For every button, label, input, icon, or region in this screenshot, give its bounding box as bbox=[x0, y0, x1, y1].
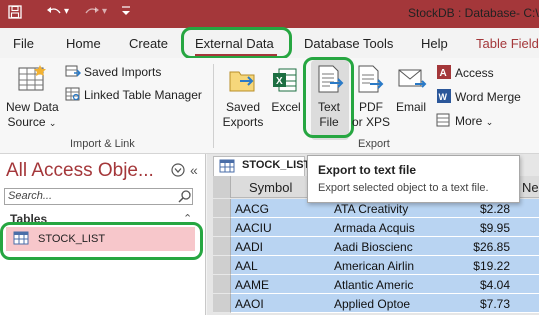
redo-dropdown-icon[interactable]: ▾ bbox=[102, 6, 107, 17]
tooltip-title: Export to text file bbox=[318, 163, 417, 177]
saved-exports-label-2[interactable]: Exports bbox=[220, 115, 266, 129]
svg-text:A: A bbox=[440, 68, 447, 79]
record-selector[interactable] bbox=[213, 294, 231, 313]
stock-list-highlight bbox=[0, 222, 203, 260]
cell-symbol[interactable]: AACIU bbox=[235, 221, 325, 235]
saved-imports-icon[interactable] bbox=[65, 64, 81, 81]
cell-symbol[interactable]: AAME bbox=[235, 278, 325, 292]
excel-label[interactable]: Excel bbox=[268, 100, 304, 114]
undo-dropdown-icon[interactable]: ▾ bbox=[64, 6, 69, 17]
email-label[interactable]: Email bbox=[394, 100, 428, 114]
column-header-symbol[interactable]: Symbol bbox=[249, 180, 292, 195]
cell-price[interactable]: $9.95 bbox=[428, 221, 510, 235]
tab-home[interactable]: Home bbox=[66, 36, 101, 51]
cell-symbol[interactable]: AADI bbox=[235, 240, 325, 254]
saved-imports-label[interactable]: Saved Imports bbox=[84, 65, 161, 79]
tab-create[interactable]: Create bbox=[129, 36, 168, 51]
group-separator bbox=[213, 64, 214, 148]
pdf-label-2[interactable]: or XPS bbox=[348, 115, 394, 129]
cell-name[interactable]: ATA Creativity bbox=[334, 202, 424, 216]
saved-exports-icon[interactable] bbox=[228, 66, 258, 97]
record-selector[interactable] bbox=[213, 256, 231, 275]
svg-text:X: X bbox=[276, 76, 283, 87]
access-label[interactable]: Access bbox=[455, 66, 494, 80]
more-icon[interactable] bbox=[436, 112, 452, 131]
cell-price[interactable]: $19.22 bbox=[428, 259, 510, 273]
cell-name[interactable]: Aadi Bioscienc bbox=[334, 240, 424, 254]
cell-symbol[interactable]: AAL bbox=[235, 259, 325, 273]
access-icon[interactable]: A bbox=[436, 64, 452, 83]
record-selector[interactable] bbox=[213, 199, 231, 218]
cell-price[interactable]: $26.85 bbox=[428, 240, 510, 254]
word-merge-label[interactable]: Word Merge bbox=[455, 90, 521, 104]
record-selector[interactable] bbox=[213, 237, 231, 256]
cell-name[interactable]: Armada Acquis bbox=[334, 221, 424, 235]
customize-toolbar-icon[interactable] bbox=[120, 4, 132, 21]
undo-icon[interactable] bbox=[46, 5, 62, 22]
save-icon[interactable] bbox=[8, 5, 22, 22]
tab-file[interactable]: File bbox=[13, 36, 34, 51]
cell-symbol[interactable]: AACG bbox=[235, 202, 325, 216]
chevron-down-icon: ⌄ bbox=[485, 117, 494, 127]
excel-icon[interactable]: X bbox=[272, 66, 298, 97]
cell-price[interactable]: $2.28 bbox=[428, 202, 510, 216]
import-link-group-label: Import & Link bbox=[70, 138, 135, 150]
nav-search-input[interactable]: Search... bbox=[4, 188, 193, 205]
more-label[interactable]: More ⌄ bbox=[455, 114, 493, 129]
cell-name[interactable]: Atlantic Americ bbox=[334, 278, 424, 292]
redo-icon[interactable] bbox=[84, 5, 100, 22]
new-data-source-label[interactable]: New Data bbox=[6, 100, 59, 114]
text-file-highlight bbox=[303, 57, 354, 138]
cell-price[interactable]: $4.04 bbox=[428, 278, 510, 292]
cell-name[interactable]: Applied Optoe bbox=[334, 297, 424, 311]
cell-symbol[interactable]: AAOI bbox=[235, 297, 325, 311]
record-selector[interactable] bbox=[213, 218, 231, 237]
nav-pane-title[interactable]: All Access Obje... bbox=[6, 160, 154, 182]
table-icon bbox=[219, 159, 235, 176]
collapse-pane-icon[interactable]: « bbox=[190, 162, 198, 178]
document-tab-label: STOCK_LIST bbox=[242, 159, 311, 171]
nav-menu-icon[interactable] bbox=[171, 163, 185, 180]
new-data-source-icon[interactable] bbox=[16, 64, 50, 99]
word-merge-icon[interactable]: W bbox=[436, 88, 452, 107]
linked-table-manager-icon[interactable] bbox=[65, 87, 81, 104]
tab-help[interactable]: Help bbox=[421, 36, 448, 51]
external-data-highlight bbox=[181, 27, 292, 59]
cell-name[interactable]: American Airlin bbox=[334, 259, 424, 273]
tab-database-tools[interactable]: Database Tools bbox=[304, 36, 393, 51]
tooltip-description: Export selected object to a text file. bbox=[318, 182, 489, 194]
tab-table-fields[interactable]: Table Field bbox=[476, 36, 539, 51]
search-icon[interactable] bbox=[178, 189, 192, 206]
svg-text:W: W bbox=[439, 92, 448, 102]
window-title: StockDB : Database- C:\ bbox=[408, 6, 539, 20]
pdf-label[interactable]: PDF bbox=[352, 100, 390, 114]
record-selector[interactable] bbox=[213, 275, 231, 294]
column-header-next[interactable]: Ne bbox=[522, 180, 539, 195]
new-data-source-label-2[interactable]: Source ⌄ bbox=[6, 115, 58, 130]
email-icon[interactable] bbox=[397, 66, 427, 95]
export-group-label: Export bbox=[358, 138, 390, 150]
chevron-down-icon: ⌄ bbox=[48, 118, 57, 128]
linked-table-manager-label[interactable]: Linked Table Manager bbox=[84, 88, 202, 102]
select-all-corner[interactable] bbox=[213, 176, 231, 198]
cell-price[interactable]: $7.73 bbox=[428, 297, 510, 311]
saved-exports-label[interactable]: Saved bbox=[220, 100, 266, 114]
pdf-icon[interactable] bbox=[356, 64, 384, 97]
